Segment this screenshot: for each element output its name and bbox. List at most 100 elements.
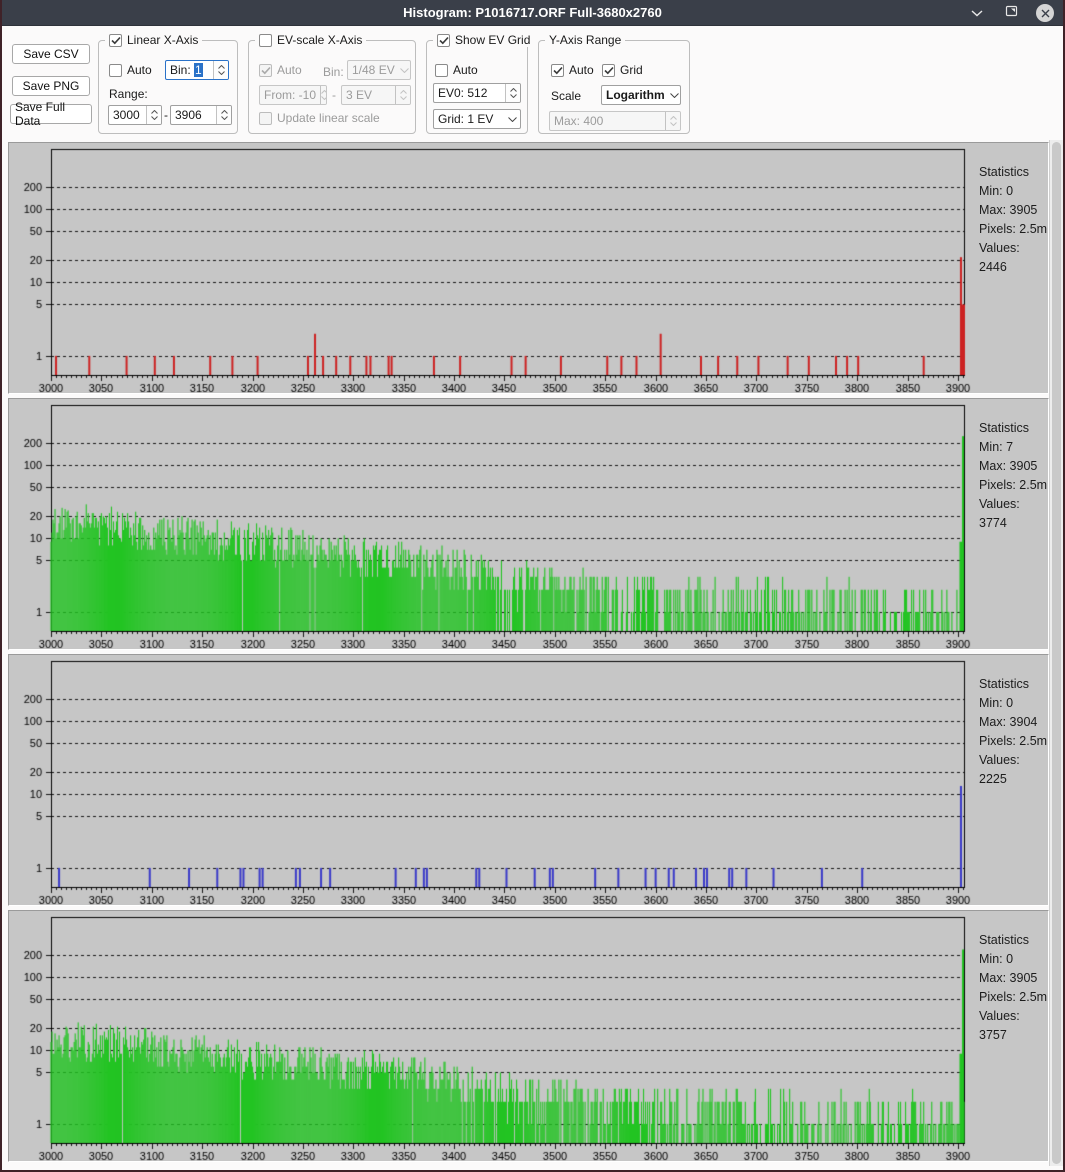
histogram-canvas-red bbox=[9, 143, 1048, 393]
stat-max: Max: 3905 bbox=[979, 969, 1048, 988]
stat-values: Values: 2446 bbox=[979, 239, 1048, 277]
save-full-data-button[interactable]: Save Full Data bbox=[10, 104, 92, 124]
histogram-panel-green: Statistics Min: 7 Max: 3905 Pixels: 2.5m… bbox=[8, 398, 1049, 650]
ev0-spinbox[interactable]: EV0: 512 bbox=[433, 83, 521, 103]
ev-grid-auto-checkbox[interactable] bbox=[435, 64, 448, 77]
save-csv-button[interactable]: Save CSV bbox=[12, 44, 90, 64]
spin-down-icon bbox=[321, 96, 327, 100]
histogram-panel-red: Statistics Min: 0 Max: 3905 Pixels: 2.5m… bbox=[8, 142, 1049, 394]
stat-pixels: Pixels: 2.5m bbox=[979, 732, 1048, 751]
spin-arrows[interactable] bbox=[216, 106, 231, 124]
linear-x-axis-checkbox[interactable] bbox=[109, 34, 122, 47]
statistics-title: Statistics bbox=[979, 419, 1048, 438]
stat-values: Values: 3774 bbox=[979, 495, 1048, 533]
histogram-canvas-blue bbox=[9, 655, 1048, 905]
chevron-down-icon bbox=[669, 93, 680, 98]
titlebar[interactable]: Histogram: P1016717.ORF Full-3680x2760 bbox=[2, 0, 1063, 26]
ev-from-spinbox: From: -10 bbox=[259, 85, 327, 105]
linear-x-axis-group: Linear X-Axis Auto Bin: 1 Range: 3000 - … bbox=[98, 40, 238, 134]
statistics-title: Statistics bbox=[979, 931, 1048, 950]
range-separator: - bbox=[164, 108, 168, 122]
update-linear-scale-label: Update linear scale bbox=[277, 111, 380, 125]
statistics-block: Statistics Min: 0 Max: 3904 Pixels: 2.5m… bbox=[979, 675, 1048, 789]
spin-up-icon bbox=[218, 65, 225, 69]
check-icon bbox=[604, 66, 614, 75]
spin-arrows[interactable] bbox=[213, 61, 228, 79]
chevron-down-icon bbox=[971, 4, 983, 22]
y-max-spinbox: Max: 400 bbox=[549, 111, 681, 131]
window-title: Histogram: P1016717.ORF Full-3680x2760 bbox=[403, 5, 662, 20]
histogram-panel-blue: Statistics Min: 0 Max: 3904 Pixels: 2.5m… bbox=[8, 654, 1049, 906]
spin-arrows bbox=[395, 86, 410, 104]
stat-pixels: Pixels: 2.5m bbox=[979, 988, 1048, 1007]
range-min-spinbox[interactable]: 3000 bbox=[108, 105, 162, 125]
y-grid-checkbox[interactable] bbox=[602, 64, 615, 77]
ev-auto-checkbox bbox=[259, 64, 272, 77]
check-icon bbox=[439, 36, 449, 45]
show-ev-grid-checkbox[interactable] bbox=[437, 34, 450, 47]
app-window: Histogram: P1016717.ORF Full-3680x2760 S… bbox=[0, 0, 1065, 1172]
stat-pixels: Pixels: 2.5m bbox=[979, 476, 1048, 495]
spin-arrows[interactable] bbox=[146, 106, 161, 124]
statistics-block: Statistics Min: 7 Max: 3905 Pixels: 2.5m… bbox=[979, 419, 1048, 533]
statistics-title: Statistics bbox=[979, 163, 1048, 182]
y-auto-label: Auto bbox=[569, 63, 594, 77]
stat-values: Values: 3757 bbox=[979, 1007, 1048, 1045]
linear-x-axis-label: Linear X-Axis bbox=[127, 33, 198, 47]
bin-value-selected: 1 bbox=[194, 63, 203, 77]
stat-min: Min: 0 bbox=[979, 950, 1048, 969]
stat-max: Max: 3905 bbox=[979, 201, 1048, 220]
statistics-block: Statistics Min: 0 Max: 3905 Pixels: 2.5m… bbox=[979, 931, 1048, 1045]
spin-up-icon bbox=[151, 110, 158, 114]
close-icon bbox=[1036, 4, 1054, 22]
spin-up-icon bbox=[321, 90, 327, 94]
ev-range-separator: - bbox=[332, 88, 336, 102]
range-label: Range: bbox=[109, 87, 148, 101]
save-png-button[interactable]: Save PNG bbox=[12, 76, 90, 96]
show-ev-grid-group: Show EV Grid Auto EV0: 512 Grid: 1 EV bbox=[426, 40, 528, 134]
minimize-button[interactable] bbox=[967, 3, 987, 23]
spin-arrows[interactable] bbox=[505, 84, 520, 102]
histogram-canvas-green bbox=[9, 399, 1048, 649]
check-icon bbox=[261, 66, 271, 75]
ev-scale-group: EV-scale X-Axis Auto Bin: 1/48 EV From: … bbox=[248, 40, 416, 134]
scrollbar-handle[interactable] bbox=[1052, 142, 1061, 1164]
ev-bin-label: Bin: bbox=[323, 65, 344, 79]
stat-values: Values: 2225 bbox=[979, 751, 1048, 789]
stat-max: Max: 3904 bbox=[979, 713, 1048, 732]
scale-combobox[interactable]: Logarithm bbox=[601, 85, 681, 105]
statistics-block: Statistics Min: 0 Max: 3905 Pixels: 2.5m… bbox=[979, 163, 1048, 277]
chevron-down-icon bbox=[399, 68, 410, 73]
grid-step-combobox[interactable]: Grid: 1 EV bbox=[433, 109, 521, 129]
stat-pixels: Pixels: 2.5m bbox=[979, 220, 1048, 239]
spin-up-icon bbox=[400, 90, 407, 94]
spin-up-icon bbox=[670, 116, 677, 120]
linear-auto-label: Auto bbox=[127, 63, 152, 77]
spin-down-icon bbox=[670, 122, 677, 126]
window-controls bbox=[967, 0, 1055, 26]
stat-max: Max: 3905 bbox=[979, 457, 1048, 476]
y-axis-range-label: Y-Axis Range bbox=[549, 33, 621, 47]
linear-auto-checkbox[interactable] bbox=[109, 64, 122, 77]
y-auto-checkbox[interactable] bbox=[551, 64, 564, 77]
spin-down-icon bbox=[151, 116, 158, 120]
update-linear-scale-checkbox bbox=[259, 112, 272, 125]
spin-arrows bbox=[320, 86, 327, 104]
spin-up-icon bbox=[221, 110, 228, 114]
statistics-title: Statistics bbox=[979, 675, 1048, 694]
stat-min: Min: 7 bbox=[979, 438, 1048, 457]
spin-down-icon bbox=[510, 94, 517, 98]
histogram-canvas-green2 bbox=[9, 911, 1048, 1161]
show-ev-grid-label: Show EV Grid bbox=[455, 33, 530, 47]
close-button[interactable] bbox=[1035, 3, 1055, 23]
maximize-icon bbox=[1005, 4, 1018, 22]
bin-spinbox[interactable]: Bin: 1 bbox=[165, 60, 229, 80]
spin-up-icon bbox=[510, 88, 517, 92]
vertical-scrollbar[interactable] bbox=[1049, 140, 1063, 1166]
ev-scale-checkbox[interactable] bbox=[259, 34, 272, 47]
maximize-button[interactable] bbox=[1001, 3, 1021, 23]
histogram-panel-green2: Statistics Min: 0 Max: 3905 Pixels: 2.5m… bbox=[8, 910, 1049, 1162]
range-max-spinbox[interactable]: 3906 bbox=[170, 105, 232, 125]
y-axis-range-group: Y-Axis Range Auto Grid Scale Logarithm M… bbox=[538, 40, 690, 134]
ev-to-spinbox: 3 EV bbox=[341, 85, 411, 105]
